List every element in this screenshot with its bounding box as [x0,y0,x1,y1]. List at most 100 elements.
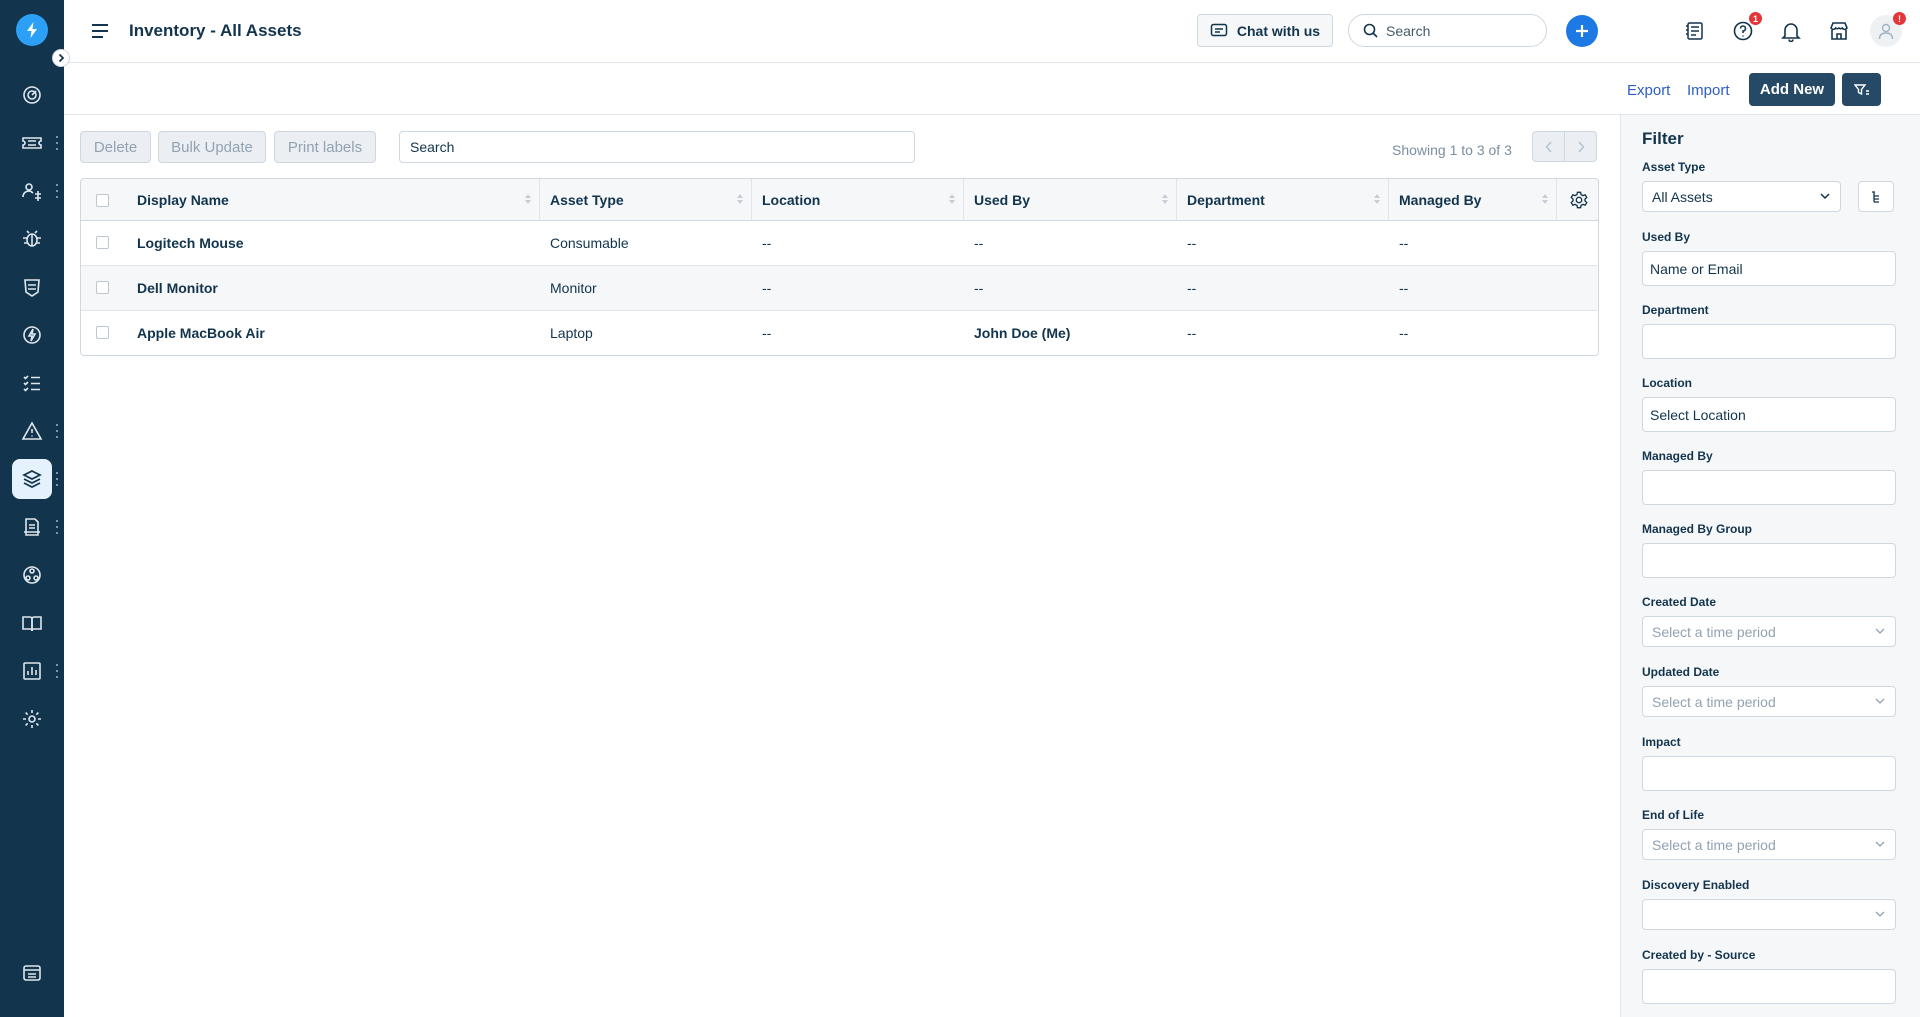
location-input[interactable]: Select Location [1642,397,1896,432]
notifications-button[interactable] [1776,16,1806,46]
search-icon [1363,23,1378,38]
user-avatar[interactable]: ! [1870,12,1906,47]
asset-type-tree-button[interactable] [1858,181,1894,212]
cell-display-name[interactable]: Logitech Mouse [127,221,244,265]
managed-by-input[interactable] [1642,470,1896,505]
print-labels-button[interactable]: Print labels [274,131,376,163]
table-search-input[interactable] [399,131,915,163]
cell-display-name[interactable]: Dell Monitor [127,266,218,310]
created-date-select[interactable]: Select a time period [1642,616,1896,647]
global-search-input[interactable] [1386,22,1536,39]
bell-icon [1781,23,1801,42]
sidebar-item-projects[interactable] [12,555,52,595]
asset-type-select[interactable]: All Assets [1642,181,1841,212]
updated-date-select[interactable]: Select a time period [1642,686,1896,717]
table-row[interactable]: Apple MacBook Air Laptop -- John Doe (Me… [81,311,1598,355]
used-by-input[interactable]: Name or Email [1642,251,1896,286]
created-by-source-input[interactable] [1642,969,1896,1004]
help-notification-badge: 1 [1749,12,1762,25]
sidebar-item-solutions[interactable] [12,603,52,643]
sidebar-item-alerts[interactable] [12,411,52,451]
sidebar-more-inventory[interactable] [55,472,59,486]
department-label: Department [1642,303,1709,317]
sidebar-item-releases[interactable] [12,315,52,355]
sidebar-item-contacts[interactable] [12,171,52,211]
discovery-enabled-select[interactable] [1642,899,1896,930]
sidebar-item-purchase-orders[interactable] [12,507,52,547]
sidebar-more-tickets[interactable] [55,136,59,150]
sidebar-collapse-toggle[interactable] [52,49,70,67]
sidebar-item-admin[interactable] [12,699,52,739]
delete-button[interactable]: Delete [80,131,151,163]
tree-icon [1872,190,1879,203]
sidebar-item-changes[interactable] [12,267,52,307]
row-checkbox[interactable] [96,281,109,294]
sidebar-item-problems[interactable] [12,219,52,259]
pagination-summary: Showing 1 to 3 of 3 [1392,142,1512,158]
created-date-label: Created Date [1642,595,1717,609]
cell-display-name[interactable]: Apple MacBook Air [127,311,265,355]
filter-panel-icon [1853,83,1869,95]
table-row[interactable]: Dell Monitor Monitor -- -- -- -- [81,266,1598,311]
column-header-used-by[interactable]: Used By [964,179,1177,221]
column-header-department[interactable]: Department [1177,179,1389,221]
sort-icon [737,194,743,204]
changes-icon [24,279,40,297]
impact-input[interactable] [1642,756,1896,791]
action-bar: Export Import Add New [64,64,1920,115]
sidebar-item-analytics[interactable] [12,651,52,691]
export-link[interactable]: Export [1627,82,1670,99]
activity-button[interactable] [1680,16,1710,46]
end-of-life-select[interactable]: Select a time period [1642,829,1896,860]
chevron-right-icon [1577,140,1585,153]
sidebar-more-alerts[interactable] [55,424,59,438]
hamburger-menu-icon[interactable] [90,21,110,41]
projects-icon [23,566,41,584]
cell-used-by: -- [974,235,984,251]
lightning-icon [27,22,37,38]
location-label: Location [1642,376,1692,390]
sidebar-item-service-catalog[interactable] [12,953,52,993]
filter-title: Filter [1642,129,1684,148]
quick-create-button[interactable] [1566,15,1598,47]
filter-toggle-button[interactable] [1842,73,1881,106]
add-new-button[interactable]: Add New [1749,73,1835,106]
row-checkbox[interactable] [96,236,109,249]
table-row[interactable]: Logitech Mouse Consumable -- -- -- -- [81,221,1598,266]
freshservice-logo[interactable] [16,14,48,46]
bulk-update-button[interactable]: Bulk Update [158,131,266,163]
help-button[interactable]: 1 [1728,12,1762,46]
chat-with-us-button[interactable]: Chat with us [1197,14,1333,47]
cell-department: -- [1187,325,1197,341]
import-link[interactable]: Import [1687,82,1730,99]
column-header-location[interactable]: Location [752,179,964,221]
global-search[interactable] [1348,14,1547,47]
cell-used-by[interactable]: John Doe (Me) [964,311,1070,355]
select-all-checkbox[interactable] [96,194,109,207]
sidebar-item-dashboard[interactable] [12,75,52,115]
department-input[interactable] [1642,324,1896,359]
marketplace-button[interactable] [1824,16,1854,46]
sidebar-item-tasks[interactable] [12,363,52,403]
cell-location: -- [762,280,772,296]
sidebar-more-analytics[interactable] [55,664,59,678]
cell-asset-type: Laptop [550,325,593,341]
sidebar-item-inventory[interactable] [12,459,52,499]
sidebar-item-tickets[interactable] [12,123,52,163]
sidebar [0,0,64,1017]
column-header-asset-type[interactable]: Asset Type [540,179,752,221]
column-header-managed-by[interactable]: Managed By [1389,179,1557,221]
purchase-order-icon [24,518,40,536]
column-header-display-name[interactable]: Display Name [127,179,540,221]
impact-label: Impact [1642,735,1681,749]
row-checkbox[interactable] [96,326,109,339]
sidebar-more-purchase-orders[interactable] [55,520,59,534]
managed-by-group-input[interactable] [1642,543,1896,578]
previous-page-button[interactable] [1532,131,1565,162]
updated-date-label: Updated Date [1642,665,1720,679]
sidebar-more-contacts[interactable] [55,184,59,198]
next-page-button[interactable] [1564,131,1597,162]
contacts-icon [22,183,41,201]
gear-icon [1569,191,1588,209]
column-settings-button[interactable] [1557,179,1598,221]
